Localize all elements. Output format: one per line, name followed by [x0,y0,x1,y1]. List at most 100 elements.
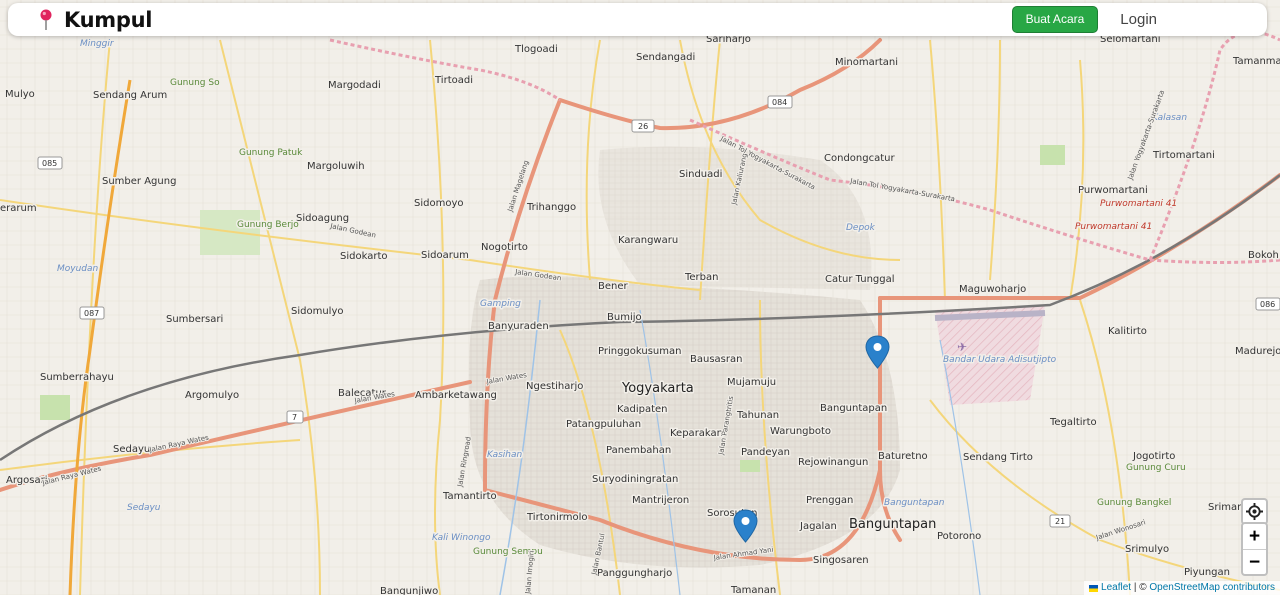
map-label: Moyudan [57,264,99,274]
map-label: Potorono [937,531,981,542]
osm-link[interactable]: OpenStreetMap contributors [1149,581,1275,595]
brand-name: Kumpul [64,7,153,32]
map-label: 26 [638,122,648,131]
login-link[interactable]: Login [1120,11,1157,28]
brand[interactable]: Kumpul [38,8,152,32]
leaflet-link[interactable]: Leaflet [1101,581,1131,595]
zoom-in-button[interactable]: + [1243,524,1266,549]
map-label: Purwomartani [1078,185,1148,196]
locate-button[interactable] [1241,498,1268,525]
map-label: 7 [292,413,297,422]
map-label: Prenggan [806,495,853,506]
map-label: Suryodiningratan [592,474,678,485]
zoom-out-button[interactable]: − [1243,549,1266,575]
map-label: Sidokarto [340,251,388,262]
map-label: Patangpuluhan [566,419,641,430]
map-label: Maguwoharjo [959,284,1026,295]
map-label: Ambarketawang [415,390,497,401]
map-label: Jagalan [799,521,837,532]
map-label: Bokoh [1248,250,1279,261]
zoom-control: + − [1241,522,1268,576]
map-label: Jogotirto [1132,451,1175,462]
map-label: Gamping [480,299,521,309]
map-canvas[interactable]: 26 084 085 087 086 7 21 Minggir Tlogoadi… [0,0,1280,595]
map-label: Karangwaru [618,235,678,246]
map-label: Banyuraden [488,321,549,332]
map-label: Panggungharjo [597,568,672,579]
map-label: Tamanmartani [1232,56,1280,67]
map-label: Condongcatur [824,153,895,164]
map-label: Tlogoadi [514,44,558,55]
map-label: Mulyo [5,89,35,100]
map-label: Tirtonirmolo [526,512,588,523]
map-label: Sidoarum [421,250,469,261]
map-label: Singosaren [813,555,869,566]
map-label: erarum [0,203,37,214]
map-label: 21 [1055,517,1065,526]
map-label: Mantrijeron [632,495,689,506]
map-label: Yogyakarta [621,381,694,396]
map-label: Tamantirto [442,491,497,502]
map-label: Gunung Curu [1126,463,1186,473]
map-label: Gunung Patuk [239,148,303,158]
crosshair-icon [1246,503,1263,520]
map-label: Margoluwih [307,161,365,172]
map-label: Tegaltirto [1049,417,1097,428]
map-attribution: Leaflet | © OpenStreetMap contributors [1084,581,1280,595]
map-label: Sidomulyo [291,306,344,317]
map-label: Sedayu [127,503,161,513]
map-label: Trihanggo [526,202,576,213]
ukraine-flag-icon [1089,584,1099,592]
map-label: Tirtoadi [434,75,473,86]
map-label: Tahunan [736,410,779,421]
map-label: Bumijo [607,312,642,323]
map-label: Sidomoyo [414,198,464,209]
map-label: Mujamuju [727,377,776,388]
map-label: Bener [598,281,629,292]
attribution-separator: | © [1131,582,1150,593]
map-label: Bausasran [690,354,742,365]
map-label: Sumber Agung [102,176,176,187]
map-marker-north[interactable] [865,335,890,369]
map-label: Warungboto [770,426,831,437]
map-label: Nogotirto [481,242,528,253]
map-label: Tirtomartani [1152,150,1215,161]
map-label: Argomulyo [185,390,239,401]
navbar: Kumpul Buat Acara Login [8,3,1267,36]
map-pin-icon [40,9,52,30]
map-label: Margodadi [328,80,381,91]
map-label: Tamanan [730,585,776,595]
map-label: Madurejo [1235,346,1280,357]
map-label: Bangunjiwo [380,586,438,595]
map-label: Terban [684,272,719,283]
map-label: Ngestiharjo [526,381,583,392]
map-marker-south[interactable] [733,509,758,543]
map-label: 084 [772,98,787,107]
map-label: Bandar Udara Adisutjipto [943,355,1057,365]
map-label: Minggir [80,39,115,49]
map-label: Srimulyo [1125,544,1169,555]
map-label: Catur Tunggal [825,274,895,285]
map-label: 087 [84,309,99,318]
map-label: Sendang Arum [93,90,167,101]
create-event-button[interactable]: Buat Acara [1011,6,1099,33]
map-label: Pandeyan [741,447,790,458]
map-label: Sumberrahayu [40,372,114,383]
map-label: Sinduadi [679,169,722,180]
map-label: Banguntapan [884,498,945,508]
map-label: Kalitirto [1108,326,1147,337]
map-label: ✈ [957,340,967,354]
map-label: Piyungan [1184,567,1230,578]
map-label: Banguntapan [820,403,887,414]
map-label: Purwomartani 41 [1075,222,1152,232]
map-label: Sendangadi [636,52,695,63]
map-label: Pringgokusuman [598,346,681,357]
map-label: Purwomartani 41 [1100,199,1177,209]
map-label: Gunung Bangkel [1097,498,1171,508]
nav-actions: Buat Acara Login [1011,6,1157,33]
map-label: Panembahan [606,445,671,456]
map-label: 085 [42,159,57,168]
map-label: Gunung So [170,78,220,88]
map-label: Banguntapan [849,517,936,532]
map-label: Sumbersari [166,314,223,325]
